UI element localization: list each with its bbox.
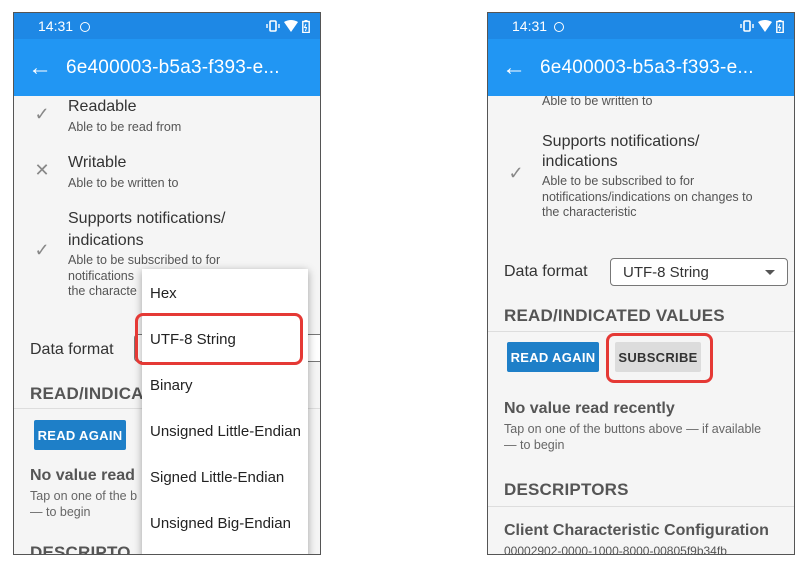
property-writable: ✕ Able to be written to: [488, 96, 794, 120]
app-bar: ← 6e400003-b5a3-f393-e...: [14, 39, 320, 96]
sync-status-icon: [554, 22, 565, 32]
cross-icon: ✕: [34, 160, 50, 180]
property-description: Able to be written to: [68, 176, 179, 190]
cross-icon: ✕: [506, 96, 526, 100]
property-description-line1: Able to be subscribed to for: [542, 174, 695, 188]
menu-option-unsigned-big-endian[interactable]: Unsigned Big-Endian: [150, 515, 291, 532]
sync-status-icon: [80, 22, 91, 32]
menu-option-hex[interactable]: Hex: [150, 285, 177, 302]
divider: [488, 506, 794, 507]
property-description-line1: Able to be subscribed to for: [68, 253, 221, 267]
characteristic-details: ✕ Able to be written to ✓ Supports notif…: [488, 96, 794, 554]
property-name-line1: Supports notifications/: [68, 210, 226, 227]
property-name-line2: indications: [68, 232, 144, 249]
highlight-box: [606, 333, 713, 383]
vibrate-icon: [740, 20, 754, 32]
check-icon: ✓: [508, 163, 524, 183]
property-description: Able to be written to: [542, 96, 653, 108]
back-arrow-icon[interactable]: ←: [14, 54, 66, 82]
property-description-line3: the characte: [68, 284, 137, 298]
highlight-box: [135, 313, 303, 365]
phone-screen-left: 14:31 ← 6e400003-b5a3-f393-e... ✓ Readab…: [13, 12, 321, 555]
data-format-dropdown-menu: Hex UTF-8 String Binary Unsigned Little-…: [142, 269, 308, 554]
chevron-down-icon: [765, 270, 775, 275]
vibrate-icon: [266, 20, 280, 32]
page-title: 6e400003-b5a3-f393-e...: [540, 56, 754, 78]
property-writable: ✕ Writable Able to be written to: [14, 152, 320, 208]
property-description-line2: notifications/indications on changes to: [542, 189, 753, 204]
back-arrow-icon[interactable]: ←: [488, 54, 540, 82]
no-value-hint-line2: — to begin: [30, 505, 91, 519]
no-value-title: No value read: [30, 467, 135, 484]
descriptors-section-title: DESCRIPTO: [30, 543, 131, 554]
no-value-hint-line1: Tap on one of the buttons above — if ava…: [504, 422, 762, 436]
menu-option-binary[interactable]: Binary: [150, 377, 193, 394]
property-name: Readable: [68, 98, 137, 115]
phone-screen-right: 14:31 ← 6e400003-b5a3-f393-e... ✕ Able t…: [487, 12, 795, 555]
battery-icon: [302, 19, 310, 33]
wifi-icon: [758, 20, 772, 32]
property-name: Writable: [68, 154, 127, 171]
data-format-select[interactable]: UTF-8 String: [610, 258, 788, 286]
property-notify: ✓ Supports notifications/ indications Ab…: [488, 131, 794, 231]
descriptors-section-title: DESCRIPTORS: [504, 480, 629, 499]
values-section-title: READ/INDICATED VALUES: [504, 306, 725, 325]
no-value-title: No value read recently: [504, 400, 675, 417]
values-section-title: READ/INDICA: [30, 384, 144, 403]
read-again-button[interactable]: READ AGAIN: [34, 420, 126, 450]
property-name-line2: indications: [542, 153, 618, 170]
page-title: 6e400003-b5a3-f393-e...: [66, 56, 280, 78]
status-time: 14:31: [512, 18, 548, 34]
data-format-label: Data format: [504, 263, 588, 280]
descriptor-uuid: 00002902-0000-1000-8000-00805f9b34fb: [504, 544, 727, 554]
check-icon: ✓: [34, 240, 50, 260]
read-again-button[interactable]: READ AGAIN: [507, 342, 599, 372]
divider: [488, 331, 794, 332]
menu-option-unsigned-little-endian[interactable]: Unsigned Little-Endian: [150, 423, 301, 440]
app-bar: ← 6e400003-b5a3-f393-e...: [488, 39, 794, 96]
battery-icon: [776, 19, 784, 33]
no-value-hint-line2: — to begin: [504, 438, 565, 452]
status-bar: 14:31: [14, 13, 320, 39]
data-format-label: Data format: [30, 341, 114, 358]
wifi-icon: [284, 20, 298, 32]
descriptor-name[interactable]: Client Characteristic Configuration: [504, 522, 769, 540]
property-readable: ✓ Readable Able to be read from: [14, 96, 320, 152]
property-description-line2: notifications: [68, 268, 135, 283]
status-time: 14:31: [38, 18, 74, 34]
check-icon: ✓: [34, 104, 50, 124]
data-format-value: UTF-8 String: [623, 263, 709, 281]
status-bar: 14:31: [488, 13, 794, 39]
menu-option-signed-little-endian[interactable]: Signed Little-Endian: [150, 469, 284, 486]
property-description-line3: the characteristic: [542, 205, 637, 219]
no-value-hint-line1: Tap on one of the b: [30, 489, 138, 503]
property-description: Able to be read from: [68, 120, 182, 134]
characteristic-details: ✓ Readable Able to be read from ✕ Writab…: [14, 96, 320, 554]
property-name-line1: Supports notifications/: [542, 133, 700, 150]
